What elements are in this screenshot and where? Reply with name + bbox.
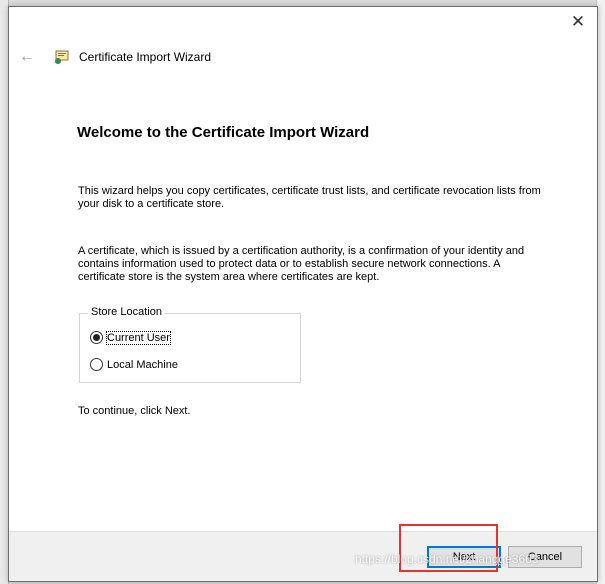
current-user-radio[interactable]: Current User [90, 330, 171, 345]
radio-button-unchecked[interactable] [90, 358, 103, 371]
continue-instruction: To continue, click Next. [78, 405, 191, 417]
store-location-label: Store Location [88, 306, 165, 318]
certificate-description: A certificate, which is issued by a cert… [78, 245, 525, 283]
store-location-group: Store Location Current User Local Machin… [79, 306, 301, 383]
certificate-import-dialog: ✕ ← Certificate Import Wizard Welcome to… [8, 6, 598, 582]
intro-paragraph: This wizard helps you copy certificates,… [78, 185, 541, 210]
wizard-title: Certificate Import Wizard [79, 50, 212, 64]
local-machine-label: Local Machine [107, 358, 178, 371]
watermark: https://blog.csdn.net/zhangge3663 [355, 552, 539, 566]
local-machine-radio[interactable]: Local Machine [90, 358, 178, 371]
wizard-header: ← Certificate Import Wizard [19, 47, 211, 67]
radio-button-checked[interactable] [90, 331, 103, 344]
current-user-label: Current User [106, 330, 171, 345]
close-icon: ✕ [570, 12, 586, 31]
certificate-icon [54, 50, 69, 64]
close-button[interactable]: ✕ [565, 11, 591, 33]
page-heading: Welcome to the Certificate Import Wizard [77, 124, 370, 141]
back-arrow-icon[interactable]: ← [19, 48, 41, 66]
